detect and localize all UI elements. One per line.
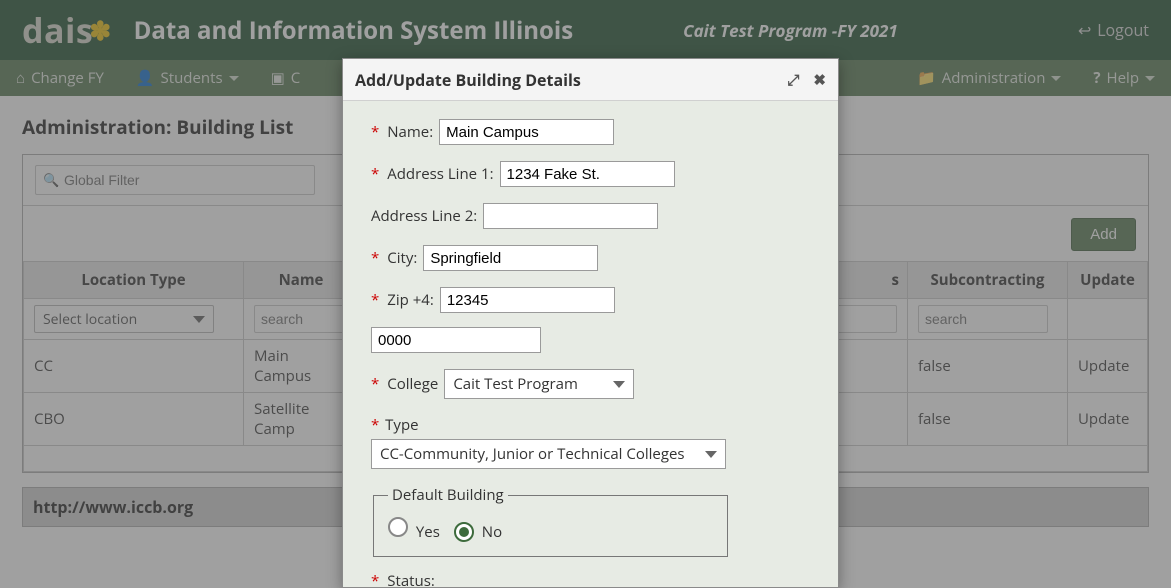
addr1-input[interactable]: [500, 161, 675, 187]
type-value: CC-Community, Junior or Technical Colleg…: [380, 444, 685, 464]
required-mark: *: [371, 290, 379, 310]
close-icon[interactable]: [813, 70, 826, 90]
required-mark: *: [371, 248, 379, 268]
zip4-input[interactable]: [371, 327, 541, 353]
college-value: Cait Test Program: [453, 374, 578, 394]
default-building-fieldset: Default Building Yes No: [373, 485, 728, 557]
default-yes-radio[interactable]: [388, 517, 408, 537]
dialog-header: Add/Update Building Details: [343, 59, 838, 101]
name-input[interactable]: [439, 119, 614, 145]
building-dialog: Add/Update Building Details * Name: * Ad…: [342, 58, 839, 588]
required-mark: *: [371, 122, 379, 142]
maximize-icon[interactable]: [787, 70, 799, 90]
dialog-body: * Name: * Address Line 1: Address Line 2…: [343, 101, 838, 587]
type-select[interactable]: CC-Community, Junior or Technical Colleg…: [371, 439, 726, 469]
college-select[interactable]: Cait Test Program: [444, 369, 634, 399]
city-input[interactable]: [423, 245, 598, 271]
addr1-label: Address Line 1:: [387, 164, 493, 184]
no-label: No: [482, 522, 502, 542]
required-mark: *: [371, 164, 379, 184]
name-label: Name:: [387, 122, 433, 142]
status-label: Status:: [387, 571, 435, 587]
yes-label: Yes: [416, 522, 440, 542]
chevron-down-icon: [705, 451, 717, 458]
required-mark: *: [371, 415, 379, 435]
city-label: City:: [387, 248, 417, 268]
required-mark: *: [371, 374, 379, 394]
default-building-legend: Default Building: [388, 485, 508, 505]
default-no-radio[interactable]: [454, 522, 474, 542]
college-label: College: [387, 374, 438, 394]
zip-label: Zip +4:: [387, 290, 434, 310]
addr2-label: Address Line 2:: [371, 206, 477, 226]
addr2-input[interactable]: [483, 203, 658, 229]
chevron-down-icon: [613, 381, 625, 388]
zip5-input[interactable]: [440, 287, 615, 313]
type-label: Type: [385, 415, 418, 435]
required-mark: *: [371, 571, 379, 587]
dialog-title: Add/Update Building Details: [355, 69, 581, 91]
